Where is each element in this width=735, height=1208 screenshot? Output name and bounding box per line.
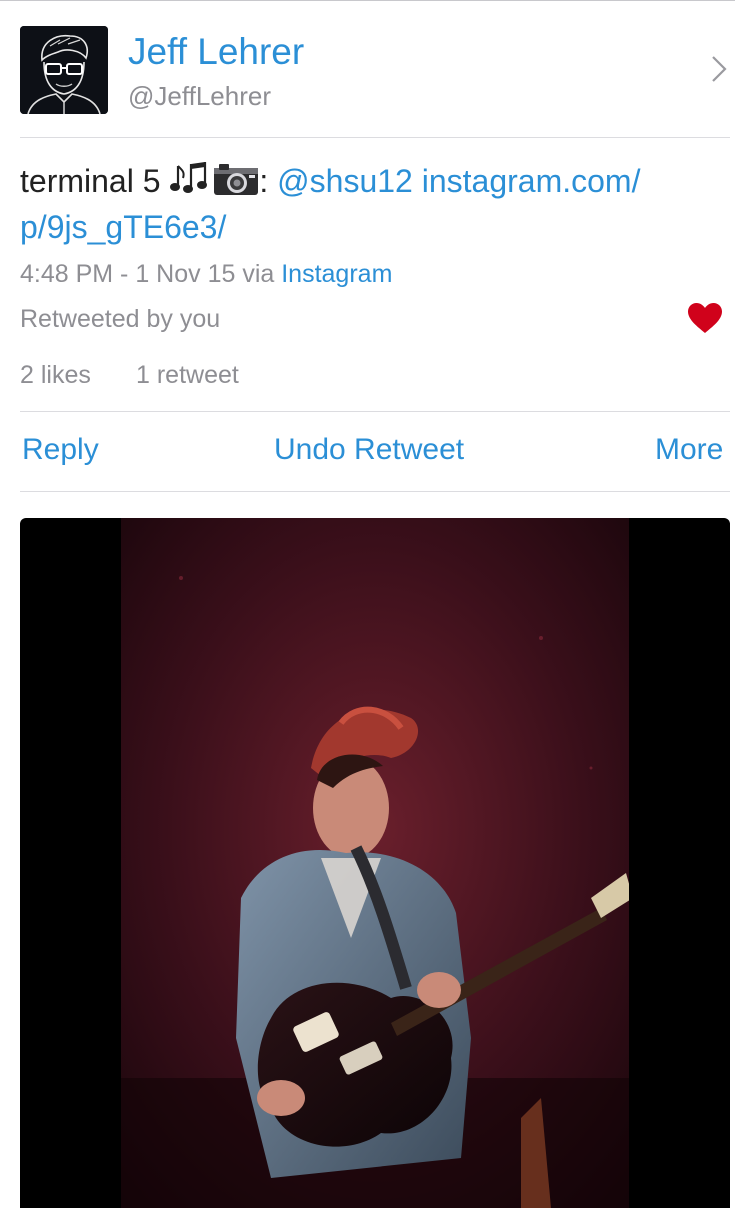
tweet-meta: 4:48 PM - 1 Nov 15 via Instagram [20, 258, 392, 290]
divider [20, 411, 730, 412]
reply-button[interactable]: Reply [22, 431, 99, 469]
url-part-1[interactable]: instagram.com/ [422, 163, 641, 199]
tweet-text-plain: terminal 5 [20, 163, 170, 199]
tweet-colon: : [259, 163, 278, 199]
concert-photo[interactable] [121, 518, 629, 1208]
divider [20, 137, 730, 138]
retweeted-status: Retweeted by you [20, 305, 221, 333]
top-border [0, 0, 735, 4]
more-button[interactable]: More [655, 431, 723, 469]
via-source-link[interactable]: Instagram [281, 260, 392, 288]
tweet-media[interactable] [20, 518, 730, 1208]
tweet-text: terminal 5 : @shsu12 instagram.com/p/9js… [20, 160, 720, 248]
tweet-timestamp: 4:48 PM - 1 Nov 15 via [20, 260, 282, 288]
heart-icon[interactable] [686, 301, 724, 335]
mention-link[interactable]: @shsu12 [277, 163, 413, 199]
divider [20, 491, 730, 492]
undo-retweet-button[interactable]: Undo Retweet [274, 431, 464, 469]
author-handle[interactable]: @JeffLehrer [128, 80, 271, 112]
camera-icon [213, 162, 259, 206]
avatar[interactable] [20, 26, 108, 114]
retweets-count[interactable]: 1 retweet [136, 359, 239, 391]
musical-notes-icon [169, 160, 213, 206]
avatar-illustration [20, 26, 108, 114]
chevron-right-icon[interactable] [706, 54, 732, 84]
url-part-2[interactable]: p/9js_gTE6e3/ [20, 209, 226, 245]
author-name[interactable]: Jeff Lehrer [128, 30, 304, 74]
author-header[interactable]: Jeff Lehrer @JeffLehrer [20, 26, 727, 116]
likes-count[interactable]: 2 likes [20, 359, 91, 391]
